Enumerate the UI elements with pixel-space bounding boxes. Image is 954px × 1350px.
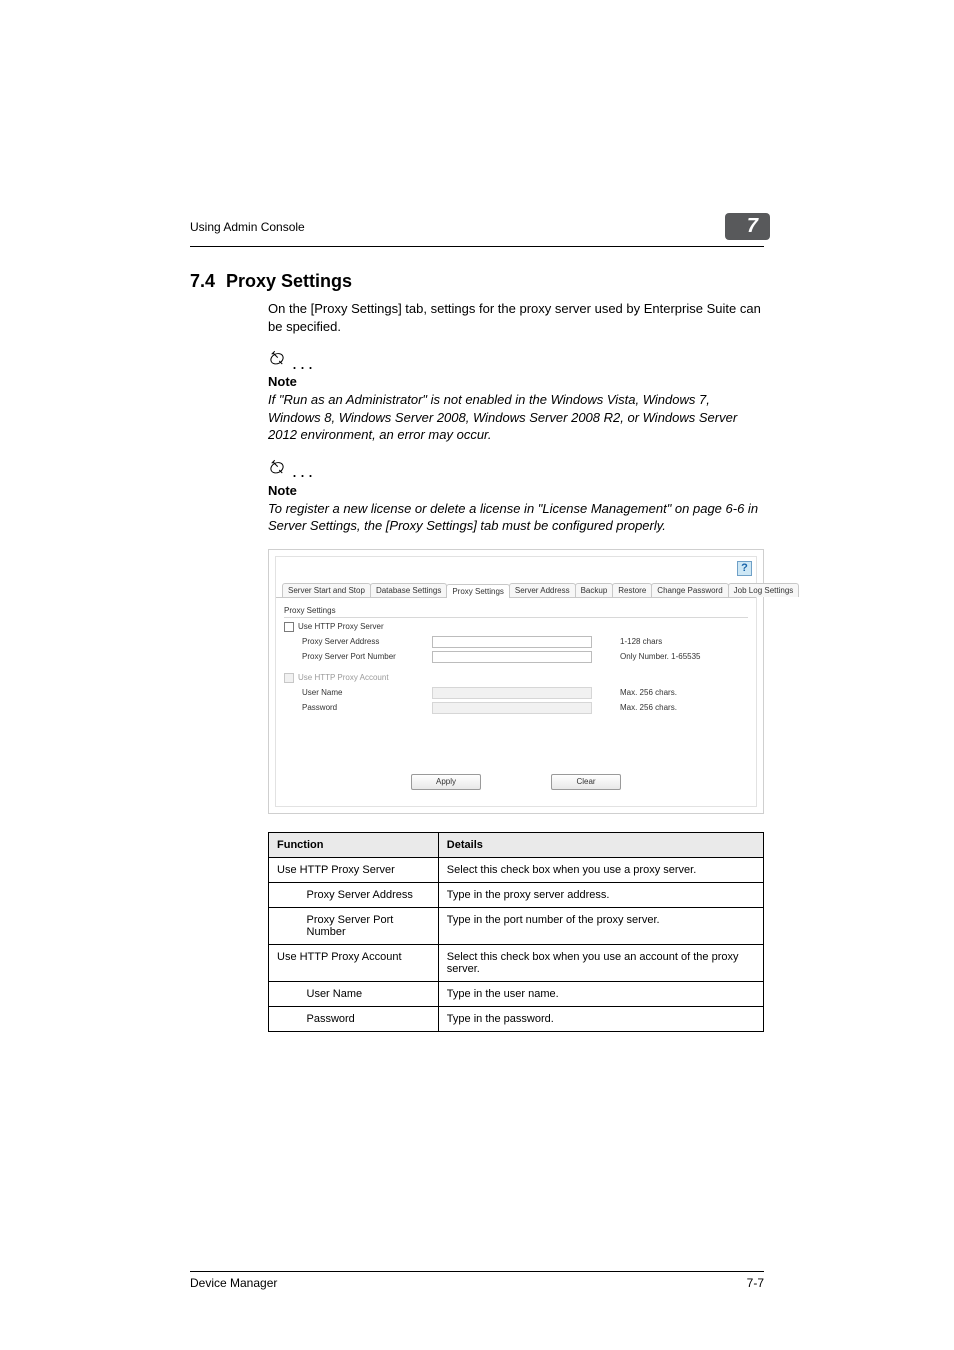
table-row: Proxy Server Port Number Type in the por… — [269, 907, 764, 944]
section-heading: 7.4Proxy Settings — [190, 271, 764, 292]
table-row: Password Type in the password. — [269, 1006, 764, 1031]
tab-restore[interactable]: Restore — [612, 583, 652, 597]
footer-left: Device Manager — [190, 1276, 277, 1290]
table-cell: Proxy Server Address — [299, 882, 439, 907]
field-label: User Name — [302, 688, 432, 697]
section-title: Proxy Settings — [226, 271, 352, 291]
field-label: Proxy Server Port Number — [302, 652, 432, 661]
password-input[interactable] — [432, 702, 592, 714]
clear-button[interactable]: Clear — [551, 774, 621, 790]
table-cell: Type in the user name. — [438, 981, 763, 1006]
proxy-server-address-input[interactable] — [432, 636, 592, 648]
header-rule — [190, 246, 764, 247]
help-icon[interactable]: ? — [737, 561, 752, 576]
table-header-function: Function — [269, 832, 439, 857]
table-cell: Type in the proxy server address. — [438, 882, 763, 907]
footer-right: 7-7 — [747, 1276, 764, 1290]
tab-backup[interactable]: Backup — [575, 583, 614, 597]
tab-proxy-settings[interactable]: Proxy Settings — [446, 584, 510, 598]
note-label: Note — [268, 374, 764, 389]
footer-rule — [190, 1271, 764, 1272]
table-cell: Select this check box when you use an ac… — [438, 944, 763, 981]
spec-table: Function Details Use HTTP Proxy Server S… — [268, 832, 764, 1032]
screenshot-frame: ? Server Start and Stop Database Setting… — [268, 549, 764, 814]
user-name-input[interactable] — [432, 687, 592, 699]
tab-server-address[interactable]: Server Address — [509, 583, 576, 597]
tab-database-settings[interactable]: Database Settings — [370, 583, 447, 597]
field-hint: Max. 256 chars. — [620, 688, 677, 697]
note-icon — [268, 349, 286, 372]
tab-server-start-stop[interactable]: Server Start and Stop — [282, 583, 371, 597]
note-body: To register a new license or delete a li… — [268, 500, 764, 535]
table-cell: Proxy Server Port Number — [299, 907, 439, 944]
field-label: Proxy Server Address — [302, 637, 432, 646]
proxy-server-port-input[interactable] — [432, 651, 592, 663]
table-row: Use HTTP Proxy Account Select this check… — [269, 944, 764, 981]
note-icon — [268, 458, 286, 481]
table-row: User Name Type in the user name. — [269, 981, 764, 1006]
table-header-details: Details — [438, 832, 763, 857]
table-cell: Select this check box when you use a pro… — [438, 857, 763, 882]
intro-paragraph: On the [Proxy Settings] tab, settings fo… — [268, 300, 764, 335]
tab-strip: Server Start and Stop Database Settings … — [276, 557, 756, 598]
note-block: ... Note To register a new license or de… — [268, 458, 764, 535]
field-hint: Only Number. 1-65535 — [620, 652, 701, 661]
tab-job-log-settings[interactable]: Job Log Settings — [728, 583, 800, 597]
field-hint: Max. 256 chars. — [620, 703, 677, 712]
table-cell: User Name — [299, 981, 439, 1006]
panel-title: Proxy Settings — [284, 606, 748, 618]
table-cell: Use HTTP Proxy Account — [269, 944, 439, 981]
table-cell: Type in the port number of the proxy ser… — [438, 907, 763, 944]
table-row: Proxy Server Address Type in the proxy s… — [269, 882, 764, 907]
checkbox-use-http-proxy-server[interactable] — [284, 622, 294, 632]
table-cell — [269, 981, 299, 1006]
table-cell: Password — [299, 1006, 439, 1031]
checkbox-label: Use HTTP Proxy Account — [298, 673, 389, 682]
tab-change-password[interactable]: Change Password — [651, 583, 728, 597]
field-hint: 1-128 chars — [620, 637, 662, 646]
checkbox-label: Use HTTP Proxy Server — [298, 622, 384, 631]
table-cell — [269, 882, 299, 907]
apply-button[interactable]: Apply — [411, 774, 481, 790]
table-cell: Type in the password. — [438, 1006, 763, 1031]
table-cell — [269, 1006, 299, 1031]
field-label: Password — [302, 703, 432, 712]
note-label: Note — [268, 483, 764, 498]
note-block: ... Note If "Run as an Administrator" is… — [268, 349, 764, 444]
note-body: If "Run as an Administrator" is not enab… — [268, 391, 764, 444]
checkbox-use-http-proxy-account[interactable] — [284, 673, 294, 683]
table-row: Use HTTP Proxy Server Select this check … — [269, 857, 764, 882]
section-number: 7.4 — [190, 271, 226, 292]
chapter-chip: 7 — [725, 213, 770, 240]
table-cell — [269, 907, 299, 944]
table-cell: Use HTTP Proxy Server — [269, 857, 439, 882]
running-head-text: Using Admin Console — [190, 220, 305, 234]
